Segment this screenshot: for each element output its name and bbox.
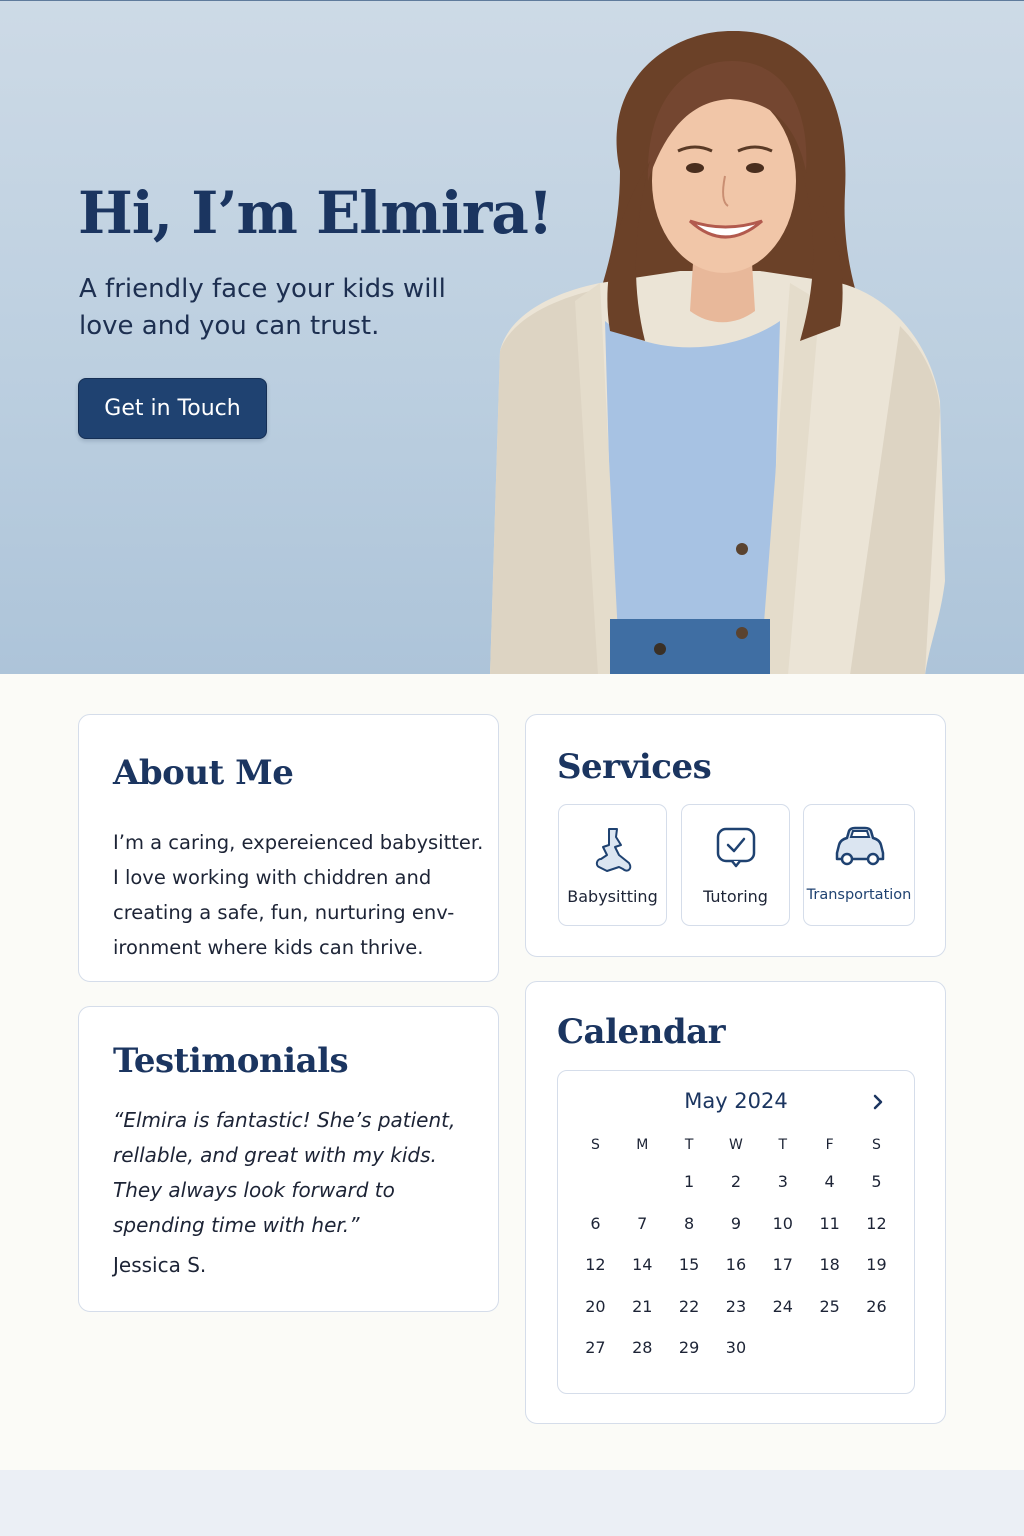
weekday-label: T [778,1137,788,1153]
service-tutoring[interactable]: Tutoring [681,804,790,926]
button [736,543,748,555]
about-line: I love working with chiddren and [113,866,432,889]
service-label: Transportation [806,887,912,903]
eye [686,163,704,173]
hero-subtitle-line: love and you can trust. [79,311,380,341]
calendar-day[interactable]: 12 [853,1214,900,1233]
weekday-label: W [729,1137,743,1153]
hero-section: Hi, I’m Elmira! A friendly face your kid… [0,0,1024,674]
calendar-day[interactable]: 21 [619,1297,666,1316]
calendar-day[interactable]: 18 [806,1255,853,1274]
chevron-right-icon[interactable] [866,1089,890,1115]
service-label: Tutoring [703,887,768,906]
quote-line: “Elmira is fantastic! She’s patient, [113,1108,456,1132]
portrait-photo [490,30,945,674]
about-card: About Me I’m a caring, expereienced baby… [78,714,499,982]
car-icon [835,826,885,866]
about-line: I’m a caring, expereienced babysitter. [113,831,484,854]
calendar-day[interactable]: 25 [806,1297,853,1316]
calendar-weekday-row: S M T W T F S [572,1129,900,1161]
service-label: Babysitting [567,887,658,906]
calendar-day[interactable]: 9 [713,1214,760,1233]
quote-line: spending time with her.” [113,1213,360,1237]
calendar-day[interactable]: 8 [666,1214,713,1233]
button [654,643,666,655]
calendar-day[interactable]: 23 [713,1297,760,1316]
calendar-week-row: 6 7 8 9 10 11 12 [572,1203,900,1245]
calendar-day[interactable]: 15 [666,1255,713,1274]
calendar-day[interactable]: 10 [759,1214,806,1233]
calendar-day[interactable]: 12 [572,1255,619,1274]
calendar-day[interactable]: 19 [853,1255,900,1274]
weekday-label: S [872,1137,881,1153]
calendar-grid: S M T W T F S 1 2 3 4 5 6 7 8 9 10 11 12… [572,1129,900,1369]
about-title: About Me [113,753,294,793]
calendar-day[interactable]: 7 [619,1214,666,1233]
calendar-day[interactable]: 14 [619,1255,666,1274]
calendar-day[interactable]: 2 [713,1172,760,1191]
calendar-week-row: 20 21 22 23 24 25 26 [572,1286,900,1328]
service-babysitting[interactable]: Babysitting [558,804,667,926]
eye [746,163,764,173]
calendar-widget: May 2024 S M T W T F S 1 2 3 4 5 6 7 8 9… [557,1070,915,1394]
calendar-card: Calendar May 2024 S M T W T F S 1 2 3 4 [525,981,946,1424]
footer-band [0,1470,1024,1536]
weekday-label: S [590,1137,600,1153]
calendar-day[interactable]: 11 [806,1214,853,1233]
babysitting-icon [595,828,631,872]
services-card: Services Babysitting Tutoring Transporta… [525,714,946,957]
calendar-day[interactable]: 6 [572,1214,619,1233]
calendar-day[interactable]: 5 [853,1172,900,1191]
calendar-title: Calendar [557,1012,726,1052]
testimonials-title: Testimonials [113,1041,349,1081]
about-line: creating a safe, fun, nurturing env- [113,901,455,924]
calendar-month-label: May 2024 [684,1089,788,1113]
calendar-day[interactable]: 4 [806,1172,853,1191]
calendar-day[interactable]: 24 [759,1297,806,1316]
button [736,627,748,639]
calendar-day[interactable]: 1 [666,1172,713,1191]
quote-line: rellable, and great with my kids. [113,1143,437,1167]
hero-subtitle: A friendly face your kids will love and … [79,271,479,345]
calendar-day[interactable]: 20 [572,1297,619,1316]
weekday-label: F [825,1137,834,1153]
weekday-label: M [636,1137,649,1153]
calendar-day[interactable]: 28 [619,1338,666,1357]
calendar-day[interactable]: 16 [713,1255,760,1274]
testimonial-quote: “Elmira is fantastic! She’s patient, rel… [113,1103,455,1243]
jeans [610,619,770,674]
weekday-label: T [684,1137,694,1153]
calendar-day[interactable]: 22 [666,1297,713,1316]
calendar-day[interactable]: 27 [572,1338,619,1357]
hero-subtitle-line: A friendly face your kids will [79,274,446,304]
calendar-week-row: 12 14 15 16 17 18 19 [572,1244,900,1286]
calendar-day[interactable]: 26 [853,1297,900,1316]
calendar-week-row: 27 28 29 30 [572,1327,900,1369]
calendar-day[interactable]: 3 [759,1172,806,1191]
tutoring-check-icon [716,827,755,868]
services-title: Services [557,747,712,787]
calendar-day[interactable]: 30 [713,1338,760,1357]
calendar-week-row: 1 2 3 4 5 [572,1161,900,1203]
about-line: ironment where kids can thrive. [113,936,424,959]
service-transportation[interactable]: Transportation [803,804,915,926]
calendar-day[interactable]: 29 [666,1338,713,1357]
quote-line: They always look forward to [113,1178,395,1202]
testimonials-card: Testimonials “Elmira is fantastic! She’s… [78,1006,499,1312]
about-text: I’m a caring, expereienced babysitter. I… [113,825,483,965]
get-in-touch-button[interactable]: Get in Touch [78,378,267,439]
testimonial-author: Jessica S. [113,1253,207,1277]
calendar-day[interactable]: 17 [759,1255,806,1274]
